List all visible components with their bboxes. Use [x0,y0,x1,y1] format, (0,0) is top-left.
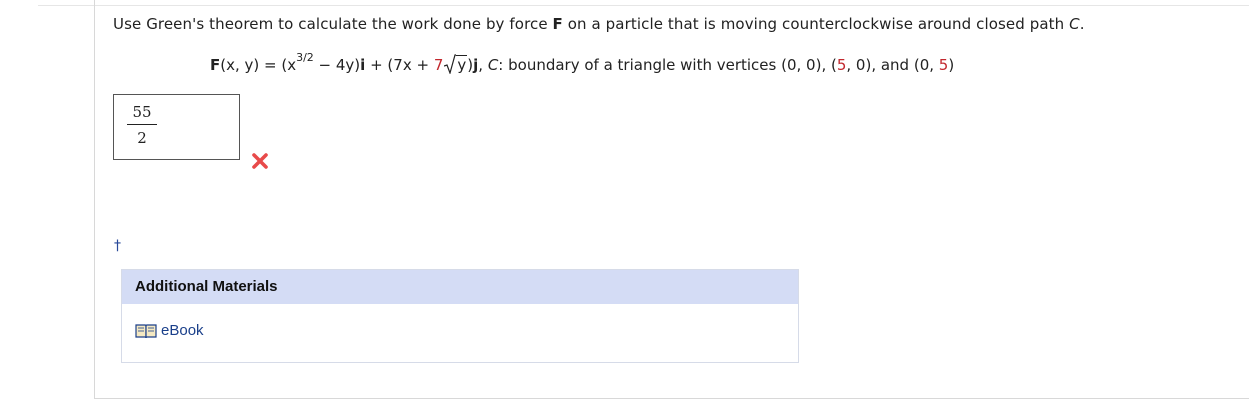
open-book-icon [135,323,157,338]
fraction-bar [127,124,157,125]
eq-path-symbol: C [487,56,499,74]
eq-args: (x, y) = (x [220,56,297,74]
force-symbol: F [552,15,563,33]
answer-fraction: 55 2 [127,102,157,148]
additional-materials-header: Additional Materials [122,270,798,304]
eq-term7: ) [948,56,955,74]
ebook-label: eBook [161,322,204,339]
eq-vertex-value-1: 5 [836,56,847,74]
answer-numerator: 55 [132,103,152,121]
eq-sqrt: y [444,54,468,76]
eq-exponent: 3/2 [296,51,314,64]
eq-term2: + (7x + [365,56,434,74]
eq-coefficient: 7 [433,56,444,74]
force-equation: F(x, y) = (x3/2 − 4y)i + (7x + 7 y)j, C: … [210,51,955,76]
additional-materials-panel: Additional Materials eBook [121,269,799,363]
question-mid: on a particle that is moving countercloc… [562,15,1070,33]
eq-term1: − 4y) [313,56,361,74]
question-pre: Use Green's theorem to calculate the wor… [113,15,553,33]
x-mark-icon [252,153,268,169]
answer-input[interactable]: 55 2 [113,94,240,160]
answer-denominator: 2 [137,129,147,147]
ebook-link[interactable]: eBook [135,322,204,339]
path-symbol: C [1069,15,1080,33]
eq-term5: : boundary of a triangle with vertices (… [498,56,837,74]
eq-radicand: y [456,55,468,74]
eq-force-symbol: F [210,56,221,74]
eq-term4: , [478,56,488,74]
question-text: Use Green's theorem to calculate the wor… [113,14,1085,34]
eq-vertex-value-2: 5 [938,56,949,74]
dagger-marker: † [114,238,121,254]
eq-term6: , 0), and (0, [846,56,939,74]
sqrt-sign-icon [444,54,457,74]
question-end: . [1079,15,1085,33]
